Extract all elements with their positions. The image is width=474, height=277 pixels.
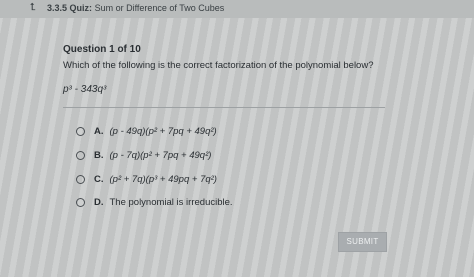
answer-option-b[interactable]: B. (p - 7q)(p² + 7pq + 49q²) bbox=[76, 148, 376, 162]
answer-option-d[interactable]: D. The polynomial is irreducible. bbox=[76, 195, 376, 209]
answer-option-c[interactable]: C. (p² + 7q)(p³ + 49pq + 7q²) bbox=[76, 172, 376, 186]
radio-button[interactable] bbox=[76, 197, 85, 207]
lesson-title: Sum or Difference of Two Cubes bbox=[94, 3, 225, 13]
option-letter: A. bbox=[94, 125, 104, 137]
option-letter: B. bbox=[94, 149, 104, 161]
top-bar: ⮤ 3.3.5 Quiz: Sum or Difference of Two C… bbox=[0, 0, 474, 18]
question-text: Which of the following is the correct fa… bbox=[63, 60, 374, 71]
option-text: The polynomial is irreducible. bbox=[109, 196, 233, 208]
option-letter: D. bbox=[94, 196, 104, 208]
lesson-breadcrumb: 3.3.5 Quiz: Sum or Difference of Two Cub… bbox=[47, 3, 224, 13]
quiz-label: Quiz: bbox=[69, 3, 93, 13]
question-number: Question 1 of 10 bbox=[63, 44, 141, 55]
submit-button[interactable]: SUBMIT bbox=[338, 232, 387, 252]
option-text: (p - 7q)(p² + 7pq + 49q²) bbox=[109, 149, 212, 161]
radio-button[interactable] bbox=[76, 174, 85, 184]
radio-button[interactable] bbox=[76, 126, 85, 136]
back-arrow-icon[interactable]: ⮤ bbox=[30, 2, 36, 13]
option-text: (p² + 7q)(p³ + 49pq + 7q²) bbox=[109, 173, 217, 185]
option-letter: C. bbox=[94, 173, 104, 185]
option-text: (p - 49q)(p² + 7pq + 49q²) bbox=[109, 125, 217, 137]
polynomial-expression: p³ - 343q³ bbox=[63, 84, 107, 95]
divider bbox=[63, 107, 385, 108]
radio-button[interactable] bbox=[76, 150, 85, 160]
lesson-number: 3.3.5 bbox=[47, 3, 68, 13]
answer-option-a[interactable]: A. (p - 49q)(p² + 7pq + 49q²) bbox=[76, 124, 376, 138]
